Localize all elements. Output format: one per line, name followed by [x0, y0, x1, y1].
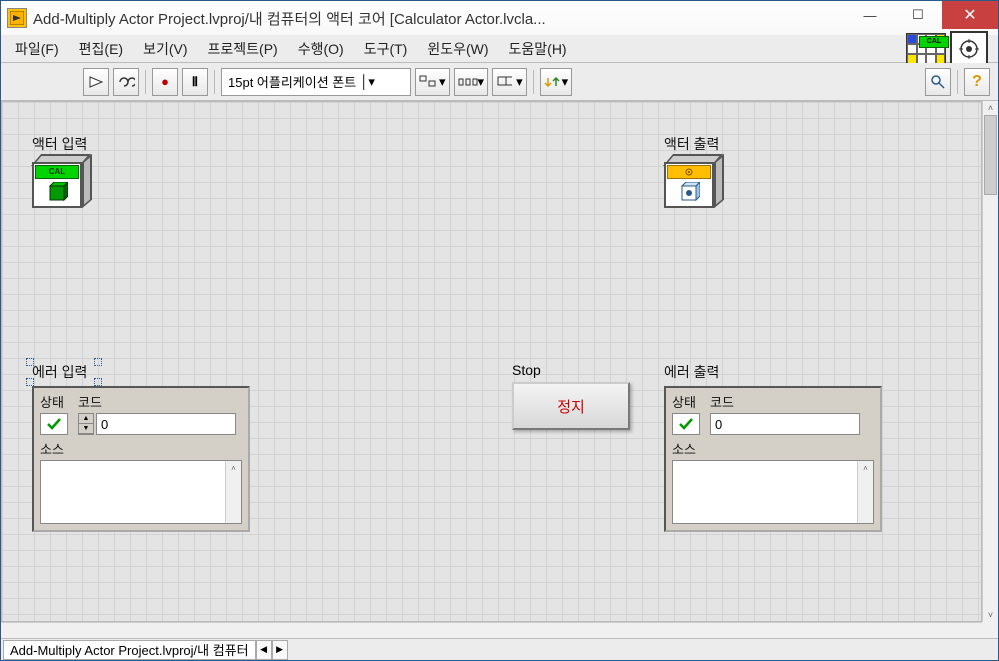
close-button[interactable]: ✕	[942, 1, 998, 29]
menu-view[interactable]: 보기(V)	[133, 36, 197, 62]
stop-label: Stop	[512, 362, 630, 378]
stop-group: Stop 정지	[512, 362, 630, 430]
cube-out-icon	[678, 182, 700, 202]
vi-icon[interactable]	[950, 31, 988, 67]
status-path[interactable]: Add-Multiply Actor Project.lvproj/내 컴퓨터	[3, 640, 256, 660]
actor-out-label: 액터 출력	[664, 134, 719, 154]
distribute-button[interactable]: ▾	[454, 68, 489, 96]
cube-icon	[46, 182, 68, 202]
actor-in-control[interactable]: CAL	[32, 154, 98, 212]
gear-bar-icon	[667, 165, 711, 179]
menu-window[interactable]: 윈도우(W)	[417, 36, 498, 62]
mini-scrollbar[interactable]: ˄	[225, 461, 241, 523]
align-button[interactable]: ▾	[415, 68, 450, 96]
checkmark-icon	[678, 417, 694, 431]
separator	[145, 70, 146, 94]
reorder-button[interactable]: ▾	[540, 68, 573, 96]
menu-tools[interactable]: 도구(T)	[354, 36, 418, 62]
stop-button[interactable]: 정지	[512, 382, 630, 430]
minimize-button[interactable]: —	[846, 1, 894, 29]
spin-up-icon: ▲	[79, 414, 93, 424]
menu-project[interactable]: 프로젝트(P)	[198, 36, 288, 62]
separator	[533, 70, 534, 94]
vertical-scrollbar[interactable]: ˄ ˅	[982, 101, 998, 622]
code-output	[710, 413, 860, 435]
source-out-textbox: ˄	[672, 460, 874, 524]
error-in-label: 에러 입력	[32, 362, 250, 382]
font-label: 15pt 어플리케이션 폰트	[228, 72, 356, 91]
resize-button[interactable]: ▾	[492, 68, 527, 96]
status-next-button[interactable]: ▶	[272, 640, 288, 660]
scroll-up-icon: ˄	[983, 101, 998, 115]
code-label: 코드	[78, 392, 242, 411]
menu-operate[interactable]: 수행(O)	[288, 36, 354, 62]
titlebar[interactable]: Add-Multiply Actor Project.lvproj/내 컴퓨터의…	[1, 1, 998, 35]
dropdown-icon: │▾	[360, 74, 375, 90]
maximize-button[interactable]: ☐	[894, 1, 942, 29]
actor-out-indicator[interactable]	[664, 154, 730, 212]
status-led[interactable]	[40, 413, 68, 435]
abort-button[interactable]: ●	[152, 68, 178, 96]
font-selector[interactable]: 15pt 어플리케이션 폰트 │▾	[221, 68, 411, 96]
front-panel[interactable]: 액터 입력 CAL 액터 출력	[1, 101, 982, 622]
menu-help[interactable]: 도움말(H)	[499, 36, 577, 62]
run-button[interactable]	[83, 68, 109, 96]
run-continuous-button[interactable]	[113, 68, 139, 96]
connector-pane: CAL	[906, 31, 994, 67]
scroll-up-icon: ˄	[858, 461, 873, 475]
mini-scrollbar[interactable]: ˄	[857, 461, 873, 523]
window: Add-Multiply Actor Project.lvproj/내 컴퓨터의…	[0, 0, 999, 661]
app-icon	[7, 8, 27, 28]
status-prev-button[interactable]: ◀	[256, 640, 272, 660]
menubar: 파일(F) 편집(E) 보기(V) 프로젝트(P) 수행(O) 도구(T) 윈도…	[1, 35, 998, 63]
menu-file[interactable]: 파일(F)	[5, 36, 69, 62]
status-led-out	[672, 413, 700, 435]
code-label: 코드	[710, 392, 874, 411]
statusbar: Add-Multiply Actor Project.lvproj/내 컴퓨터 …	[1, 638, 998, 660]
cal-badge: CAL	[919, 36, 949, 48]
spin-down-icon: ▼	[79, 424, 93, 434]
actor-in-label: 액터 입력	[32, 134, 87, 154]
error-out-cluster[interactable]: 에러 출력 상태 코드	[664, 362, 882, 532]
scrollbar-thumb[interactable]	[984, 115, 997, 195]
pause-button[interactable]: Ⅱ	[182, 68, 208, 96]
menu-edit[interactable]: 편집(E)	[69, 36, 133, 62]
separator	[957, 70, 958, 94]
help-button[interactable]: ?	[964, 68, 990, 96]
status-label: 상태	[672, 392, 700, 411]
code-input[interactable]	[96, 413, 236, 435]
status-label: 상태	[40, 392, 68, 411]
source-label: 소스	[40, 439, 242, 458]
checkmark-icon	[46, 417, 62, 431]
canvas-area: 액터 입력 CAL 액터 출력	[1, 101, 998, 638]
error-in-cluster[interactable]: 에러 입력 상태 코드 ▲▼	[32, 362, 250, 532]
toolbar: ● Ⅱ 15pt 어플리케이션 폰트 │▾ ▾ ▾ ▾ ▾ ?	[1, 63, 998, 101]
horizontal-scrollbar[interactable]	[1, 622, 982, 638]
search-button[interactable]	[925, 68, 951, 96]
cal-icon: CAL	[35, 165, 79, 179]
source-label: 소스	[672, 439, 874, 458]
window-title: Add-Multiply Actor Project.lvproj/내 컴퓨터의…	[31, 8, 846, 29]
scroll-down-icon: ˅	[983, 608, 998, 622]
error-out-label: 에러 출력	[664, 362, 882, 382]
source-textbox[interactable]: ˄	[40, 460, 242, 524]
scroll-up-icon: ˄	[226, 461, 241, 475]
separator	[214, 70, 215, 94]
code-spinner[interactable]: ▲▼	[78, 413, 94, 435]
